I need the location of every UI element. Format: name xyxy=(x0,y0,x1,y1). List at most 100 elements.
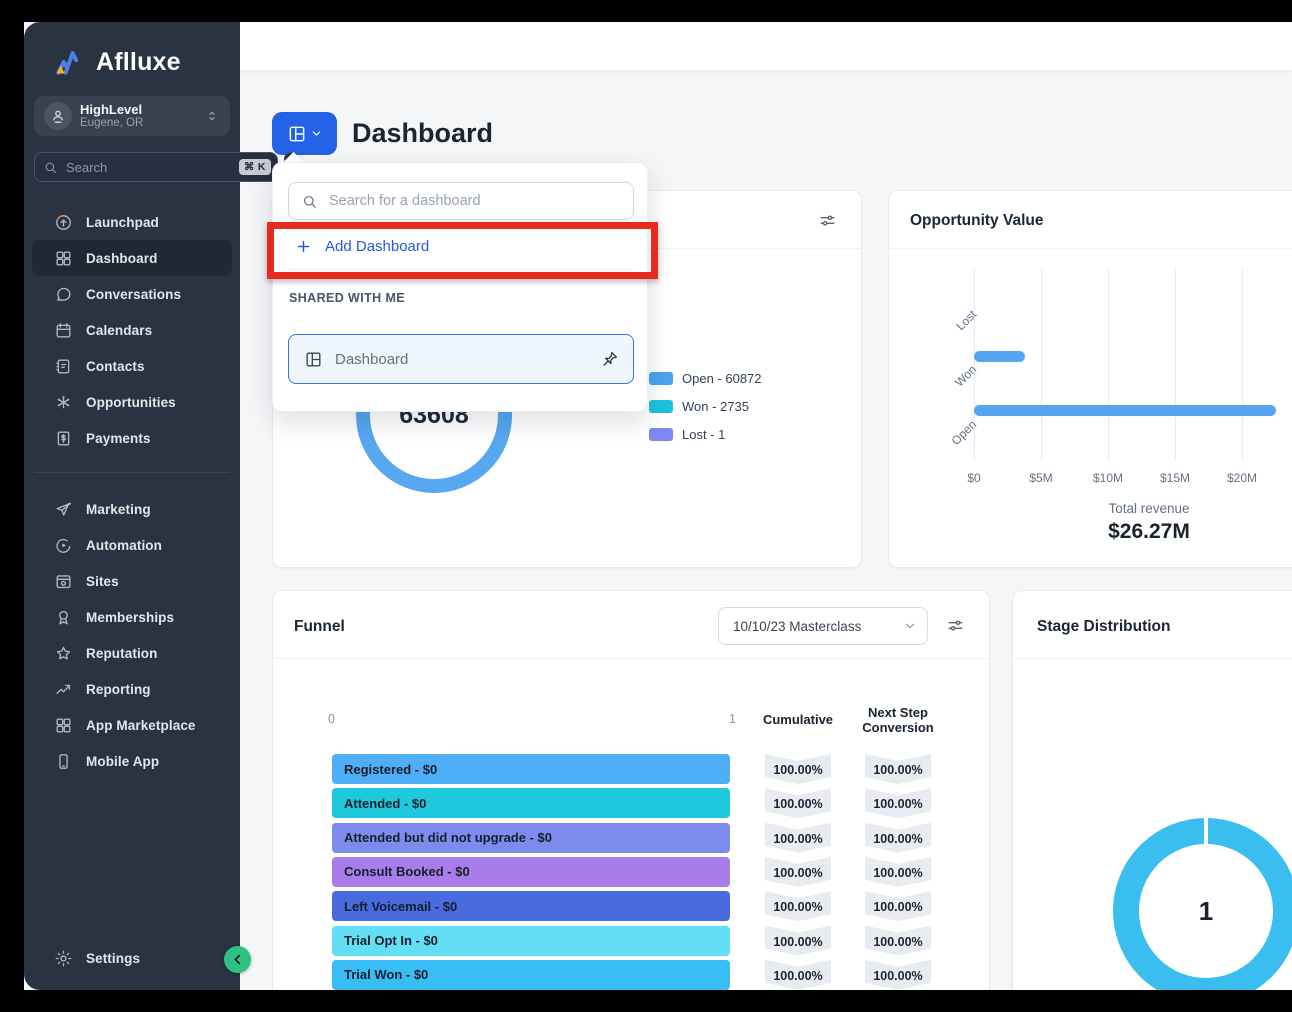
sidebar-item[interactable]: Conversations xyxy=(32,276,232,312)
sidebar-search-row: ⌘ K xyxy=(34,152,230,182)
sidebar-item-label: Reporting xyxy=(86,682,151,697)
funnel-bar[interactable]: Attended but did not upgrade - $0 xyxy=(332,823,730,853)
card-header: Funnel 10/10/23 Masterclass xyxy=(273,591,989,659)
sidebar-item-icon xyxy=(54,644,73,663)
donut-center-value: 1 xyxy=(1199,896,1213,927)
sidebar-search-input[interactable] xyxy=(64,159,233,176)
funnel-selector[interactable]: 10/10/23 Masterclass xyxy=(718,607,928,645)
next-step-badge: 100.00% xyxy=(865,823,931,853)
legend-swatch xyxy=(649,372,673,385)
search-icon xyxy=(301,193,318,210)
card-title: Opportunity Value xyxy=(910,212,1043,230)
column-header-cumulative: Cumulative xyxy=(748,712,848,727)
card-title: Funnel xyxy=(294,618,345,636)
gridline xyxy=(1108,269,1109,461)
sidebar-item-settings[interactable]: Settings xyxy=(32,940,232,976)
sidebar-item[interactable]: Launchpad xyxy=(32,204,232,240)
gridline xyxy=(1175,269,1176,461)
column-header-next-step: Next Step Conversion xyxy=(854,705,942,735)
sidebar-item[interactable]: Payments xyxy=(32,420,232,456)
cumulative-badge: 100.00% xyxy=(765,891,831,921)
next-step-badge: 100.00% xyxy=(865,926,931,956)
funnel-bar[interactable]: Trial Won - $0 xyxy=(332,960,730,990)
sidebar-collapse-button[interactable] xyxy=(224,946,251,973)
cumulative-badge: 100.00% xyxy=(765,823,831,853)
funnel-bar[interactable]: Attended - $0 xyxy=(332,788,730,818)
cumulative-badge: 100.00% xyxy=(765,926,831,956)
funnel-row: Trial Won - $0 100.00% 100.00% xyxy=(273,960,989,990)
sidebar-search[interactable]: ⌘ K xyxy=(34,152,278,182)
sidebar-item[interactable]: Memberships xyxy=(32,599,232,635)
cumulative-badge: 100.00% xyxy=(765,960,831,990)
card-title: Stage Distribution xyxy=(1037,618,1170,636)
brand-name: Aflluxe xyxy=(96,48,181,77)
shared-with-me-label: SHARED WITH ME xyxy=(289,291,405,305)
funnel-bar-label: Trial Opt In - $0 xyxy=(344,933,438,948)
account-switcher[interactable]: HighLevel Eugene, OR xyxy=(34,96,230,136)
annotation-highlight-box xyxy=(267,222,658,279)
gridline xyxy=(1041,269,1042,461)
sidebar-item-label: Mobile App xyxy=(86,754,159,769)
cumulative-badge: 100.00% xyxy=(765,788,831,818)
funnel-row: Attended - $0 100.00% 100.00% xyxy=(273,788,989,818)
sidebar-item[interactable]: Calendars xyxy=(32,312,232,348)
chevron-left-icon xyxy=(229,951,246,968)
sidebar-item[interactable]: Sites xyxy=(32,563,232,599)
funnel-card: Funnel 10/10/23 Masterclass 0 1 Cumulati… xyxy=(272,590,990,1012)
sidebar-item-label: Launchpad xyxy=(86,215,159,230)
pin-icon[interactable] xyxy=(601,350,619,368)
cumulative-badge: 100.00% xyxy=(765,754,831,784)
funnel-bar[interactable]: Left Voicemail - $0 xyxy=(332,891,730,921)
funnel-bar[interactable]: Registered - $0 xyxy=(332,754,730,784)
app-window: Aflluxe HighLevel Eugene, OR ⌘ K xyxy=(24,22,1292,990)
sidebar-item[interactable]: Reporting xyxy=(32,671,232,707)
sidebar-item[interactable]: Opportunities xyxy=(32,384,232,420)
sidebar-item-label: Calendars xyxy=(86,323,152,338)
sidebar-divider xyxy=(34,472,230,473)
funnel-rows: Registered - $0 100.00% 100.00% Attended… xyxy=(273,754,989,1004)
page-title: Dashboard xyxy=(352,118,493,149)
funnel-row: Attended but did not upgrade - $0 100.00… xyxy=(273,823,989,853)
sidebar-item[interactable]: Dashboard xyxy=(32,240,232,276)
funnel-row: Consult Booked - $0 100.00% 100.00% xyxy=(273,857,989,887)
sidebar-item[interactable]: App Marketplace xyxy=(32,707,232,743)
category-label: Open xyxy=(920,417,981,478)
legend-item: Lost - 1 xyxy=(649,428,762,441)
sidebar-item[interactable]: Marketing xyxy=(32,491,232,527)
dashboard-search[interactable] xyxy=(288,182,634,220)
brand-logo-icon xyxy=(52,46,88,78)
dashboard-switcher-button[interactable] xyxy=(272,112,337,155)
gear-icon xyxy=(54,949,73,968)
legend-swatch xyxy=(649,400,673,413)
chart-filter-icon[interactable] xyxy=(946,616,965,635)
funnel-bar[interactable]: Trial Opt In - $0 xyxy=(332,926,730,956)
sidebar-item-label: Sites xyxy=(86,574,119,589)
sidebar-item-label: Reputation xyxy=(86,646,158,661)
sidebar-item[interactable]: Contacts xyxy=(32,348,232,384)
funnel-bar[interactable]: Consult Booked - $0 xyxy=(332,857,730,887)
brand: Aflluxe xyxy=(52,46,181,78)
sidebar-item[interactable]: Reputation xyxy=(32,635,232,671)
funnel-bar-label: Attended but did not upgrade - $0 xyxy=(344,830,552,845)
legend-label: Won - 2735 xyxy=(682,399,749,414)
category-label: Won xyxy=(920,362,981,423)
next-step-badge: 100.00% xyxy=(865,754,931,784)
chart-filter-icon[interactable] xyxy=(818,211,837,230)
funnel-row: Trial Opt In - $0 100.00% 100.00% xyxy=(273,926,989,956)
axis-min-label: 0 xyxy=(328,712,335,726)
sidebar-item-icon xyxy=(54,572,73,591)
bar-chart-plot xyxy=(974,269,1286,461)
dashboard-menu-item[interactable]: Dashboard xyxy=(288,334,634,384)
sidebar: Aflluxe HighLevel Eugene, OR ⌘ K xyxy=(24,22,240,990)
dashboard-menu-item-label: Dashboard xyxy=(335,351,589,368)
funnel-selector-value: 10/10/23 Masterclass xyxy=(733,619,903,634)
sidebar-item[interactable]: Mobile App xyxy=(32,743,232,779)
legend-label: Open - 60872 xyxy=(682,371,762,386)
funnel-bar-label: Registered - $0 xyxy=(344,762,437,777)
tick-label: $20M xyxy=(1227,471,1257,485)
sidebar-item-label: Contacts xyxy=(86,359,145,374)
sidebar-item-icon xyxy=(54,752,73,771)
axis-max-label: 1 xyxy=(729,712,736,726)
dashboard-search-input[interactable] xyxy=(327,192,621,210)
sidebar-item[interactable]: Automation xyxy=(32,527,232,563)
